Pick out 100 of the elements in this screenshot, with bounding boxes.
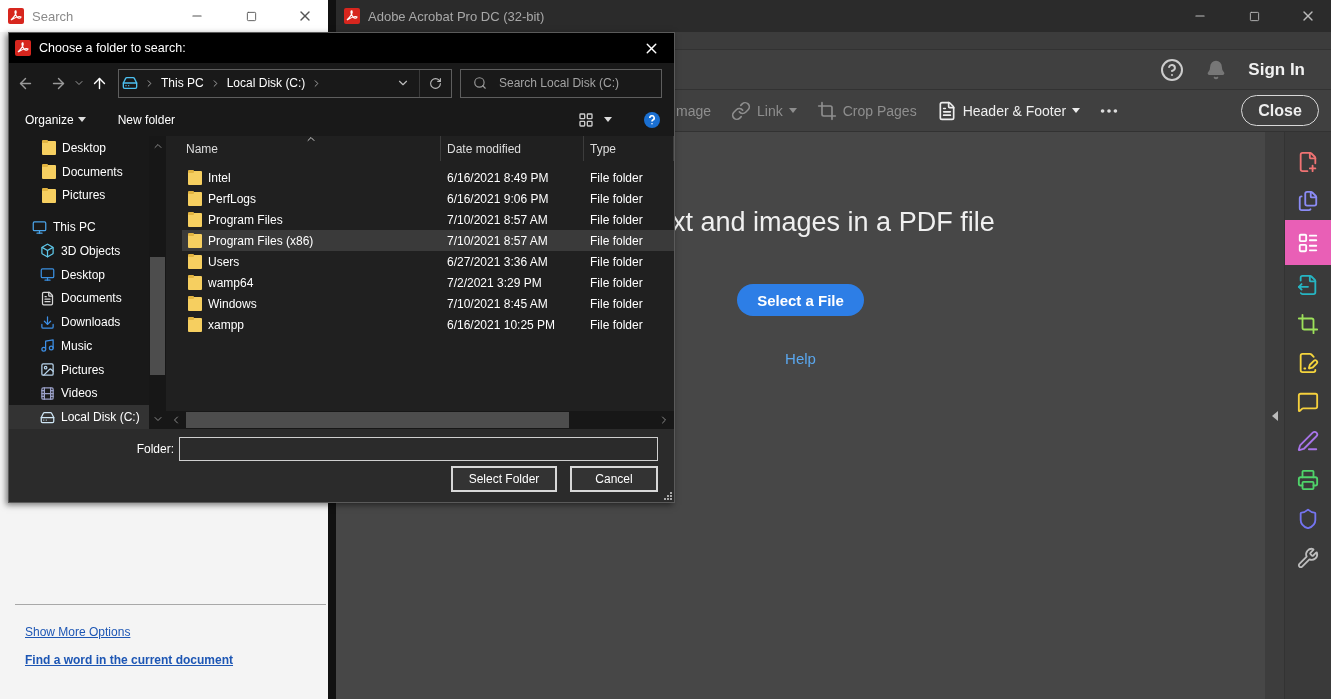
dialog-button[interactable]: Cancel — [570, 466, 658, 492]
crop-icon — [816, 100, 837, 121]
date-cell-text: 7/10/2021 8:45 AM — [446, 296, 549, 311]
picture-icon — [40, 362, 55, 378]
cube-icon — [40, 243, 55, 259]
folder-label: Folder: — [136, 442, 174, 456]
folder-icon — [188, 275, 202, 290]
folder-field[interactable] — [179, 437, 658, 461]
window-title: Search — [32, 8, 75, 24]
scrollbar-thumb[interactable] — [186, 412, 569, 428]
nav-label: Music — [61, 338, 93, 353]
column-header[interactable]: Type — [584, 136, 674, 161]
file-name: Program Files (x86) — [208, 233, 314, 248]
file-row[interactable]: wamp64 7/2/2021 3:29 PM File folder — [182, 272, 674, 293]
caret-icon[interactable] — [604, 117, 612, 122]
file-name: Program Files — [208, 212, 283, 227]
drive-icon — [40, 409, 55, 425]
download-icon — [40, 314, 55, 330]
nav-label: 3D Objects — [61, 243, 121, 258]
caret-icon — [788, 108, 797, 113]
nav-label: Downloads — [61, 315, 121, 330]
acrobat-logo-icon — [15, 40, 31, 56]
folder-icon — [188, 296, 202, 311]
breadcrumb-item[interactable]: This PC — [161, 76, 204, 90]
date-cell-text: 6/16/2021 10:25 PM — [446, 317, 557, 332]
help-icon[interactable] — [644, 111, 660, 128]
help-icon[interactable] — [1160, 57, 1185, 82]
file-row[interactable]: Program Files (x86) 7/10/2021 8:57 AM File folder — [182, 230, 674, 251]
file-row[interactable]: Intel 6/16/2021 8:49 PM File folder — [182, 167, 674, 188]
nav-item[interactable]: Downloads — [9, 310, 149, 334]
file-name: PerfLogs — [208, 191, 257, 206]
command-button[interactable]: Organize — [19, 112, 92, 127]
scrollbar-thumb[interactable] — [150, 257, 165, 375]
file-name: xampp — [208, 317, 245, 332]
option-link[interactable]: Show More Options — [25, 625, 326, 639]
collapse-arrow-icon[interactable] — [1271, 410, 1278, 421]
address-bar[interactable]: This PC Local Disk (C:) — [118, 68, 452, 98]
type-cell-text: File folder — [589, 212, 644, 227]
nav-item[interactable]: Music — [9, 333, 149, 358]
nav-label: Desktop — [61, 267, 106, 282]
nav-label: Documents — [62, 164, 123, 179]
type-cell-text: File folder — [589, 275, 644, 290]
search-field[interactable]: Search Local Disk (C:) — [460, 68, 662, 98]
file-row[interactable]: Program Files 7/10/2021 8:57 AM File folder — [182, 209, 674, 230]
file-name: Users — [208, 254, 240, 269]
monitor-icon — [32, 219, 47, 235]
nav-label: Local Disk (C:) — [61, 410, 140, 425]
nav-item[interactable]: This PC — [9, 215, 149, 239]
breadcrumb-item[interactable]: Local Disk (C:) — [226, 76, 306, 90]
nav-item[interactable]: Desktop — [9, 262, 149, 287]
file-row[interactable]: Users 6/27/2021 3:36 AM File folder — [182, 251, 674, 272]
nav-label: Pictures — [62, 188, 106, 203]
folder-icon — [42, 187, 56, 203]
folder-icon — [188, 254, 202, 269]
date-cell-text: 7/10/2021 8:57 AM — [446, 212, 549, 227]
help-link[interactable]: Help — [785, 350, 816, 367]
document-icon — [40, 290, 55, 306]
type-cell-text: File folder — [589, 317, 644, 332]
file-row[interactable]: xampp 6/16/2021 10:25 PM File folder — [182, 314, 674, 335]
column-header[interactable]: Date modified — [441, 136, 584, 161]
tool-button[interactable]: Header & Footer — [926, 100, 1091, 121]
column-header[interactable]: Name — [166, 136, 441, 161]
folder-icon — [188, 170, 202, 185]
nav-item[interactable]: Pictures — [9, 357, 149, 382]
folder-icon — [188, 191, 202, 206]
file-row[interactable]: Windows 7/10/2021 8:45 AM File folder — [182, 293, 674, 314]
type-cell-text: File folder — [589, 233, 644, 248]
maximize-icon — [1248, 10, 1260, 22]
type-cell-text: File folder — [589, 296, 644, 311]
date-cell-text: 6/27/2021 3:36 AM — [446, 254, 549, 269]
nav-item[interactable]: Local Disk (C:) — [9, 405, 149, 429]
desktop-icon — [40, 267, 55, 283]
nav-item[interactable]: Pictures — [9, 183, 149, 208]
nav-item[interactable]: 3D Objects — [9, 238, 149, 263]
nav-label: Desktop — [62, 140, 107, 155]
option-link[interactable]: Find a word in the current document — [25, 653, 326, 667]
resize-grip-icon[interactable] — [664, 492, 672, 500]
film-icon — [40, 385, 55, 401]
drive-icon — [122, 75, 138, 91]
acrobat-logo-icon — [8, 8, 24, 24]
file-name: wamp64 — [208, 275, 254, 290]
select-file-button[interactable]: Select a File — [737, 284, 864, 316]
folder-icon — [42, 140, 56, 156]
command-button[interactable]: New folder — [111, 112, 182, 127]
nav-item[interactable]: Desktop — [9, 136, 149, 160]
view-icon[interactable] — [578, 111, 594, 128]
bell-icon[interactable] — [1206, 59, 1227, 80]
date-cell-text: 7/2/2021 3:29 PM — [446, 275, 543, 290]
nav-label: Pictures — [61, 362, 105, 377]
nav-item[interactable]: Documents — [9, 286, 149, 311]
nav-item[interactable]: Videos — [9, 381, 149, 406]
link-icon — [731, 100, 752, 121]
type-cell-text: File folder — [589, 191, 644, 206]
nav-item[interactable]: Documents — [9, 159, 149, 184]
file-row[interactable]: PerfLogs 6/16/2021 9:06 PM File folder — [182, 188, 674, 209]
nav-label: This PC — [53, 220, 96, 235]
date-cell-text: 6/16/2021 9:06 PM — [446, 191, 550, 206]
sign-in-button[interactable]: Sign In — [1248, 59, 1305, 80]
dialog-button[interactable]: Select Folder — [451, 466, 557, 492]
caret-icon — [1072, 108, 1081, 113]
